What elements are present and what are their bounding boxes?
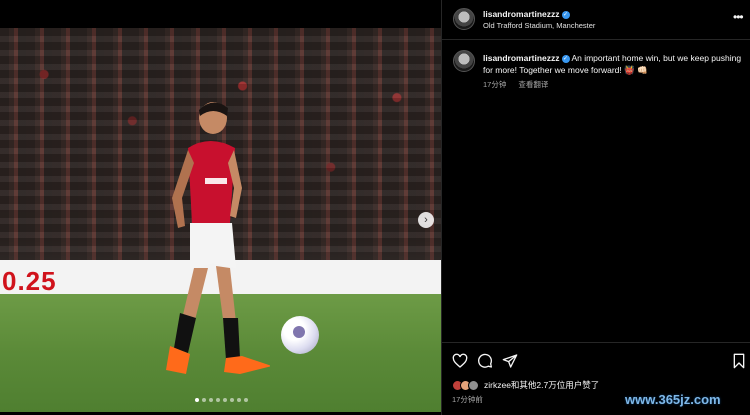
username-link[interactable]: lisandromartinezzz ✓: [483, 9, 570, 19]
username-text: lisandromartinezzz: [483, 9, 560, 19]
send-icon[interactable]: [502, 353, 518, 369]
post-side-panel: lisandromartinezzz ✓ Old Trafford Stadium…: [441, 0, 750, 415]
post-timestamp: 17分钟前: [452, 395, 483, 404]
heart-icon[interactable]: [452, 353, 468, 369]
caption-time: 17分钟: [483, 80, 507, 89]
post-photo[interactable]: 0.25 ›: [0, 28, 441, 412]
liker-avatar: [468, 379, 479, 391]
carousel-dot: [195, 398, 199, 402]
location-link[interactable]: Old Trafford Stadium, Manchester: [483, 21, 595, 30]
advertising-board-text: 0.25: [2, 266, 57, 296]
carousel-indicator: [195, 398, 248, 402]
carousel-dot: [209, 398, 213, 402]
carousel-dot: [223, 398, 227, 402]
more-options-icon[interactable]: •••: [733, 10, 744, 24]
next-slide-button[interactable]: ›: [418, 212, 434, 228]
caption-username[interactable]: lisandromartinezzz: [483, 53, 560, 63]
carousel-dot: [202, 398, 206, 402]
football: [281, 316, 319, 354]
watermark: www.365jz.com: [625, 392, 721, 407]
verified-badge-icon: ✓: [561, 54, 570, 63]
caption-avatar[interactable]: [453, 50, 475, 72]
likes-text: zirkzee和其他2.7万位用户赞了: [484, 380, 600, 390]
post-header: lisandromartinezzz ✓ Old Trafford Stadium…: [442, 0, 750, 40]
comment-icon[interactable]: [477, 353, 493, 369]
bookmark-icon[interactable]: [732, 353, 746, 369]
verified-badge-icon: ✓: [561, 10, 570, 19]
player-figure: [166, 102, 270, 374]
caption-meta: 17分钟 查看翻译: [483, 79, 548, 90]
caption: lisandromartinezzz ✓ An important home wi…: [483, 52, 745, 76]
carousel-dot: [237, 398, 241, 402]
carousel-dot: [216, 398, 220, 402]
avatar[interactable]: [453, 8, 475, 30]
carousel-dot: [244, 398, 248, 402]
likes-summary[interactable]: zirkzee和其他2.7万位用户赞了: [452, 379, 599, 391]
carousel-dot: [230, 398, 234, 402]
translate-link[interactable]: 查看翻译: [518, 80, 548, 89]
